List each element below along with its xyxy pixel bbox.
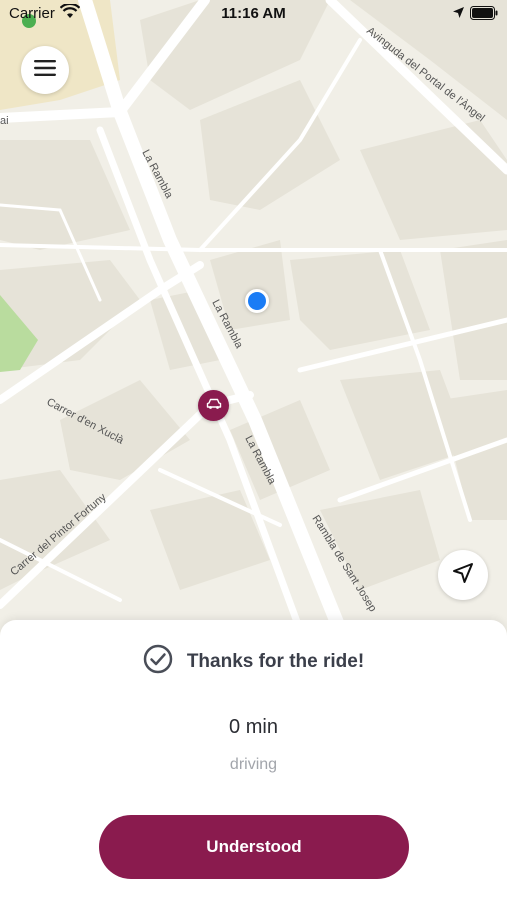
clock: 11:16 AM [221, 5, 286, 22]
menu-button[interactable] [21, 46, 69, 94]
map-canvas[interactable]: La Rambla La Rambla La Rambla Carrer d'e… [0, 0, 507, 640]
status-bar: Carrier 11:16 AM [0, 0, 507, 28]
sheet-title: Thanks for the ride! [186, 650, 365, 672]
location-services-icon [452, 6, 465, 23]
car-icon [206, 397, 222, 415]
recenter-location-button[interactable] [438, 550, 488, 600]
hamburger-menu-icon [34, 59, 56, 81]
check-circle-icon [143, 644, 173, 679]
ride-completed-sheet: Thanks for the ride! 0 min driving Under… [0, 620, 507, 900]
navigation-arrow-icon [452, 562, 474, 589]
battery-icon [470, 6, 498, 24]
travel-mode-label: driving [229, 756, 278, 773]
car-marker[interactable] [198, 390, 229, 421]
eta-value: 0 min [229, 716, 278, 738]
sheet-header: Thanks for the ride! [0, 644, 507, 679]
map-label-cut: ai [0, 115, 9, 127]
map-view[interactable]: La Rambla La Rambla La Rambla Carrer d'e… [0, 0, 507, 640]
understood-button[interactable]: Understood [99, 815, 409, 879]
user-location-dot [245, 289, 269, 313]
